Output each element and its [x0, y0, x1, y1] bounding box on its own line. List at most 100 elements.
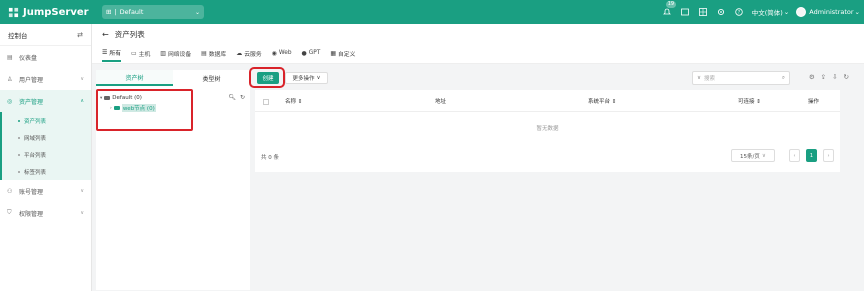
list-icon: ☰	[102, 48, 108, 56]
bell-icon[interactable]: 19	[662, 0, 677, 18]
sidebar-subitem-asset-list[interactable]: 资产列表	[2, 112, 91, 129]
chat-icon: ●	[301, 49, 307, 57]
column-header-platform[interactable]: 系统平台 ⇕	[588, 97, 616, 105]
tab-web[interactable]: ◉ Web	[272, 44, 292, 62]
org-divider: |	[114, 8, 117, 16]
tab-asset-tree[interactable]: 资产树	[96, 70, 173, 86]
tab-label: 数据库	[208, 51, 227, 58]
brand-name: JumpServer	[23, 6, 89, 18]
avatar	[796, 7, 807, 17]
collapse-toggle-icon[interactable]: ⇄	[77, 31, 83, 39]
sidebar-item-label: 权限管理	[19, 210, 44, 218]
tab-label: 云服务	[244, 51, 262, 58]
gear-icon[interactable]	[716, 7, 727, 18]
settings-icon[interactable]: ⚙	[809, 73, 815, 81]
sidebar-title: 控制台	[8, 31, 28, 40]
more-actions-label: 更多操作	[292, 76, 315, 82]
chevron-up-icon: ∧	[80, 98, 84, 104]
sidebar-item-dashboard[interactable]: ▤ 仪表盘	[0, 46, 91, 68]
grid-icon[interactable]	[698, 7, 709, 18]
asset-list-panel: 创建 更多操作 ∨ ∨ 搜索 ⌕ ⚙ ⇪ ⇩ ↻ 名称 ⇕ 地址 系统平台 ⇕ …	[255, 70, 853, 290]
page-header: ← 资产列表 ☰ 所有 ▭ 主机 ▥ 网络设备 ▤ 数据库 ☁ 云服务 ◉ Web ● GPT…	[92, 24, 864, 64]
language-icon[interactable]: 中文(简体) ⌄	[752, 7, 790, 18]
assets-icon: ◎	[7, 97, 13, 105]
column-header-address: 地址	[435, 99, 447, 105]
accounts-icon: ⚇	[7, 187, 13, 195]
chevron-down-icon: ∨	[316, 75, 321, 81]
users-icon: ♙	[7, 75, 13, 83]
tab-label: 自定义	[337, 51, 356, 58]
refresh-icon[interactable]: ↻	[844, 73, 849, 81]
database-icon: ▤	[201, 49, 207, 57]
prev-page-button[interactable]: ‹	[789, 149, 800, 162]
custom-icon: ▦	[330, 49, 336, 57]
sidebar-item-label: 账号管理	[19, 188, 44, 196]
help-icon[interactable]: ?	[734, 7, 745, 18]
globe-icon: ◉	[271, 49, 277, 57]
table-header: 名称 ⇕ 地址 系统平台 ⇕ 可连接 ⇕ 操作	[255, 90, 840, 112]
user-menu[interactable]: Administrator ⌄	[796, 7, 860, 17]
chevron-down-icon: ∨	[697, 75, 702, 81]
sidebar-subitem-domain-list[interactable]: 网域列表	[2, 129, 91, 146]
sidebar-item-users[interactable]: ♙ 用户管理 ∨	[0, 68, 91, 90]
app-root: JumpServer ⊞ | Default ⌄ 19 ? 中文(简体) ⌄ Ad…	[0, 0, 864, 291]
page-size-label: 15条/页	[740, 153, 760, 160]
brand[interactable]: JumpServer	[0, 7, 96, 18]
upload-icon[interactable]: ⇪	[821, 73, 826, 81]
more-actions-button[interactable]: 更多操作 ∨	[285, 72, 328, 84]
page-size-select[interactable]: 15条/页 ∨	[731, 149, 775, 162]
column-header-actions: 操作	[808, 99, 820, 105]
tab-custom[interactable]: ▦ 自定义	[330, 44, 355, 62]
search-input[interactable]: ∨ 搜索 ⌕	[692, 71, 790, 85]
org-select[interactable]: ⊞ | Default ⌄	[102, 5, 204, 19]
tab-gpt[interactable]: ● GPT	[302, 44, 321, 62]
empty-state-text: 暂无数据	[536, 126, 559, 132]
asset-type-tabs: ☰ 所有 ▭ 主机 ▥ 网络设备 ▤ 数据库 ☁ 云服务 ◉ Web ● GPT ▦ 自定义	[92, 44, 864, 62]
sidebar-subitem-label-list[interactable]: 标签列表	[2, 163, 91, 180]
tab-type-tree[interactable]: 类型树	[173, 70, 250, 86]
tab-all[interactable]: ☰ 所有	[102, 44, 121, 62]
tab-host[interactable]: ▭ 主机	[131, 44, 150, 62]
download-icon[interactable]: ⇩	[832, 73, 837, 81]
tree-tabs: 资产树 类型树	[96, 70, 250, 86]
tab-network-device[interactable]: ▥ 网络设备	[160, 44, 191, 62]
tab-label: 主机	[138, 51, 151, 58]
permissions-icon: ⛉	[7, 209, 12, 216]
chevron-down-icon: ⌄	[194, 8, 200, 16]
page-title: 资产列表	[114, 29, 145, 39]
sidebar-subitem-platform-list[interactable]: 平台列表	[2, 146, 91, 163]
next-page-button[interactable]: ›	[823, 149, 834, 162]
search-icon[interactable]: 🔍︎	[228, 94, 236, 101]
sidebar-item-accounts[interactable]: ⚇ 账号管理 ∨	[0, 180, 91, 202]
top-bar: JumpServer ⊞ | Default ⌄ 19 ? 中文(简体) ⌄ Ad…	[0, 0, 864, 24]
sidebar-item-permissions[interactable]: ⛉ 权限管理 ∨	[0, 202, 91, 224]
tab-cloud[interactable]: ☁ 云服务	[236, 44, 261, 62]
sidebar: 控制台 ⇄ ▤ 仪表盘 ♙ 用户管理 ∨ ◎ 资产管理 ∧ 资产列表 网域列表 …	[0, 24, 92, 291]
chevron-down-icon: ∨	[80, 76, 84, 82]
sidebar-item-assets[interactable]: ◎ 资产管理 ∧	[0, 90, 91, 112]
terminal-icon[interactable]	[680, 7, 691, 18]
sidebar-header: 控制台 ⇄	[0, 24, 91, 46]
select-all-checkbox[interactable]	[263, 99, 269, 105]
column-header-name[interactable]: 名称 ⇕	[285, 97, 302, 105]
refresh-icon[interactable]: ↻	[240, 94, 245, 101]
dashboard-icon: ▤	[7, 53, 13, 61]
tab-label: 所有	[109, 50, 121, 57]
jumpserver-logo-icon	[8, 7, 19, 17]
back-arrow-icon[interactable]: ←	[102, 30, 109, 39]
chevron-down-icon: ∨	[80, 188, 84, 194]
tab-database[interactable]: ▤ 数据库	[201, 44, 226, 62]
total-count: 共 0 条	[261, 155, 279, 161]
title-row: ← 资产列表	[92, 24, 864, 44]
table-tools: ⚙ ⇪ ⇩ ↻	[809, 73, 849, 81]
sidebar-item-label: 仪表盘	[19, 54, 38, 62]
sidebar-item-label: 资产管理	[19, 98, 44, 106]
server-icon: ▥	[160, 49, 166, 57]
language-label: 中文(简体)	[751, 9, 783, 17]
tab-label: 网络设备	[167, 51, 192, 58]
chevron-down-icon: ∨	[761, 152, 766, 159]
page-number-button[interactable]: 1	[806, 149, 817, 162]
org-icon: ⊞	[106, 8, 112, 16]
top-right-tools: 19 ? 中文(简体) ⌄ Administrator ⌄	[662, 0, 860, 24]
column-header-connectable[interactable]: 可连接 ⇕	[738, 97, 761, 105]
